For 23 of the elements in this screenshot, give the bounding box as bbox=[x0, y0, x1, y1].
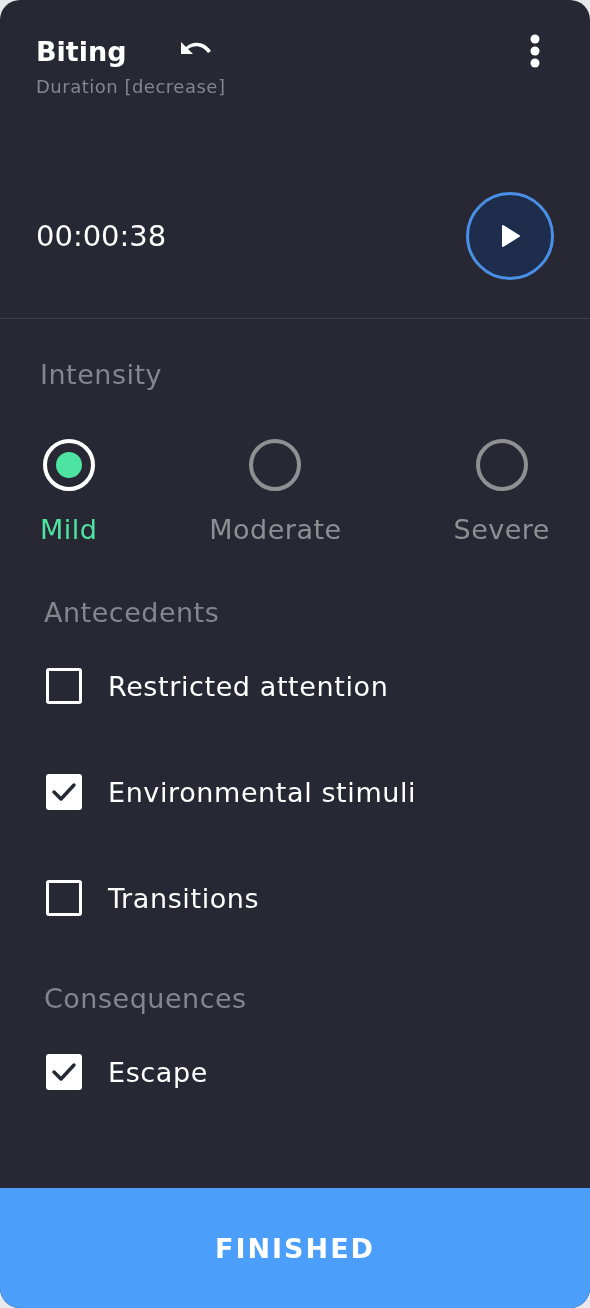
radio-button[interactable] bbox=[474, 438, 529, 492]
radio-label[interactable]: Severe bbox=[453, 514, 550, 545]
check-icon bbox=[51, 782, 77, 802]
checkbox[interactable] bbox=[46, 774, 82, 810]
behavior-subtitle: Duration [decrease] bbox=[36, 76, 227, 97]
section-label: Antecedents bbox=[44, 596, 221, 630]
checkbox-label[interactable]: Environmental stimuli bbox=[108, 776, 417, 808]
timer-display: 00:00:38 bbox=[36, 219, 167, 253]
checkbox-label[interactable]: Restricted attention bbox=[108, 670, 389, 702]
checkbox[interactable] bbox=[46, 880, 82, 916]
checkbox-label[interactable]: Transitions bbox=[108, 882, 260, 914]
more-options-icon[interactable] bbox=[530, 34, 540, 68]
checkbox-label[interactable]: Escape bbox=[108, 1056, 208, 1088]
radio-button[interactable] bbox=[248, 438, 303, 492]
behavior-title: Biting bbox=[36, 35, 127, 67]
checkbox[interactable] bbox=[46, 668, 82, 704]
checkbox[interactable] bbox=[46, 1054, 82, 1090]
check-icon bbox=[51, 1062, 77, 1082]
radio-label[interactable]: Mild bbox=[40, 514, 98, 545]
radio-label[interactable]: Moderate bbox=[209, 514, 342, 545]
play-icon bbox=[499, 224, 521, 248]
section-label: Intensity bbox=[40, 359, 164, 390]
section-label: Consequences bbox=[44, 982, 248, 1016]
